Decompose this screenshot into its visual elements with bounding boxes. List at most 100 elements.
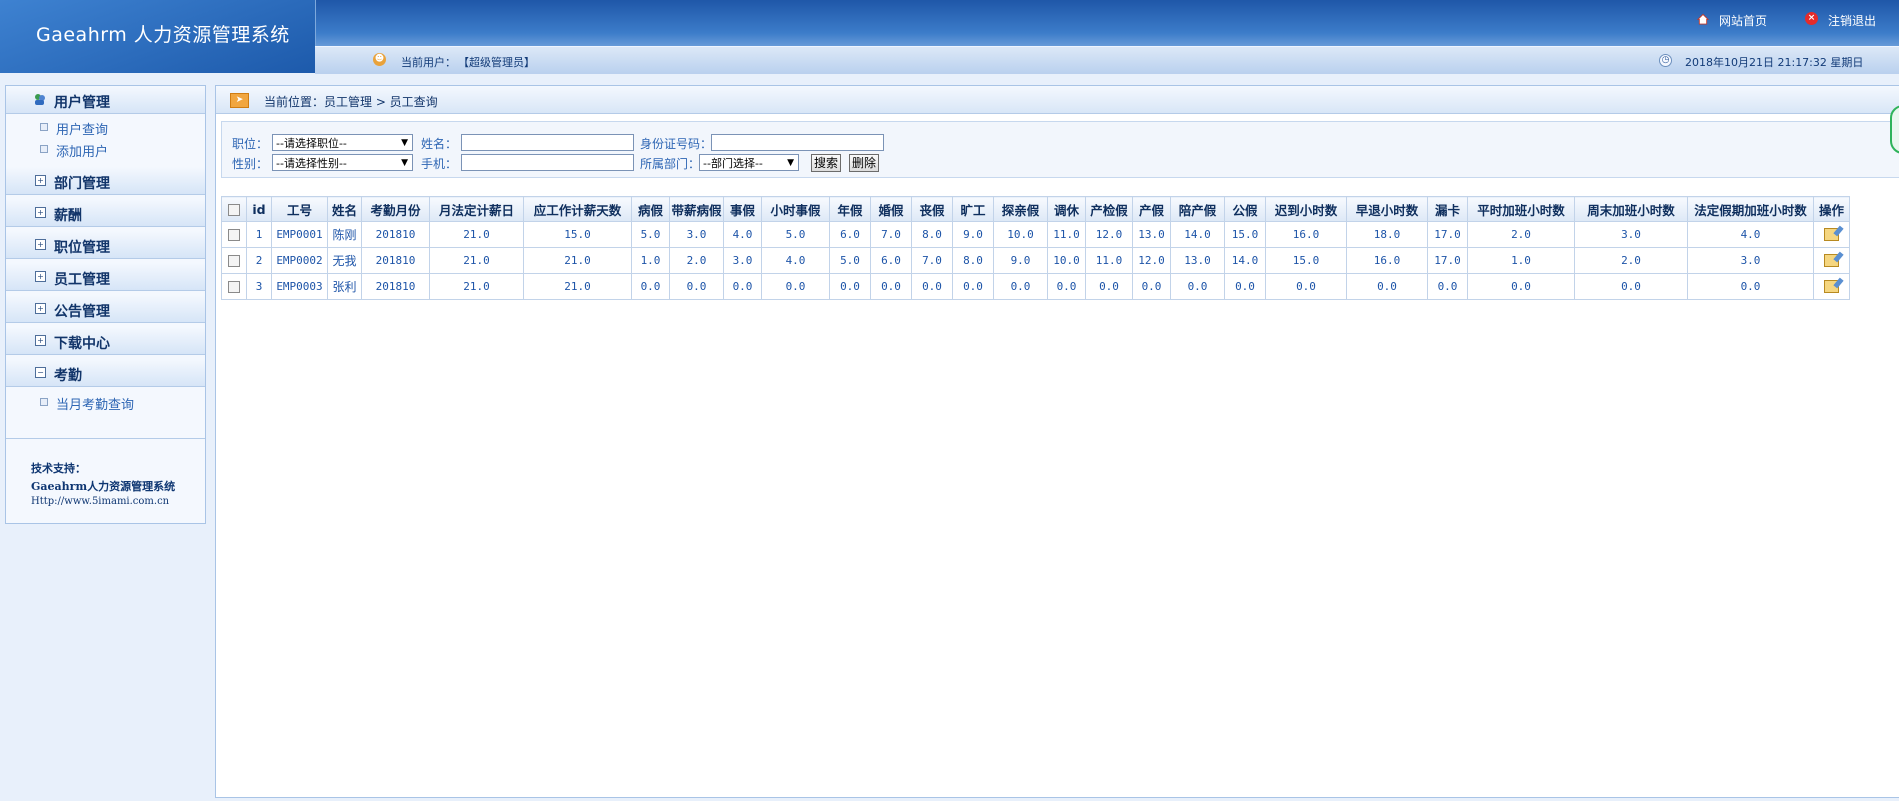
column-header: id [246,196,272,222]
table-cell: 8.0 [911,221,953,248]
expand-icon: + [35,175,46,186]
column-header: 婚假 [870,196,912,222]
table-cell: 6.0 [829,221,871,248]
phone-input[interactable] [461,154,634,171]
table-cell: 21.0 [429,221,524,248]
sidebar-item-monthly-attendance[interactable]: 当月考勤查询 [56,394,134,413]
table-cell: 0.0 [911,273,953,300]
tech-support-name: Gaeahrm人力资源管理系统 [31,480,176,493]
table-cell: EMP0003 [271,273,328,300]
table-cell: 0.0 [952,273,994,300]
gender-select[interactable]: --请选择性别-- ▼ [272,154,413,171]
current-user-label: 当前用户： [401,56,456,69]
edit-icon[interactable] [1824,228,1839,242]
menu-group-salary[interactable]: + 薪酬 [6,199,205,227]
expand-icon: + [35,271,46,282]
current-user-name: 【超级管理员】 [458,56,535,69]
expand-icon: + [35,239,46,250]
menu-group-label: 下载中心 [54,336,110,352]
tech-support: 技术支持： Gaeahrm人力资源管理系统 [31,460,175,496]
table-cell: 0.0 [829,273,871,300]
search-button[interactable]: 搜索 [811,154,841,172]
table-cell: 21.0 [523,273,632,300]
table-cell: 0.0 [669,273,724,300]
sidebar-item-user-query[interactable]: 用户查询 [56,119,108,138]
delete-button[interactable]: 删除 [849,154,879,172]
table-cell[interactable]: 张利 [327,273,362,300]
column-header: 产假 [1132,196,1171,222]
row-checkbox[interactable] [228,229,240,241]
current-datetime: 2018年10月21日 21:17:32 星期日 [1685,56,1864,69]
row-select-cell[interactable] [221,221,247,248]
select-all-header[interactable] [221,196,247,222]
sidebar-menu: 用户管理 用户查询 添加用户 + 部门管理 + 薪酬 + 职位管理 + 员工管理… [5,85,206,524]
table-cell[interactable]: 无我 [327,247,362,274]
menu-group-positions[interactable]: + 职位管理 [6,231,205,259]
table-cell: 14.0 [1170,221,1225,248]
table-cell: 1.0 [1467,247,1575,274]
table-cell: 15.0 [1224,221,1266,248]
logo-area: Gaeahrm 人力资源管理系统 [0,0,316,73]
row-checkbox[interactable] [228,255,240,267]
department-select-value: --部门选择-- [703,157,763,170]
logout-icon[interactable]: × [1805,12,1818,25]
column-header: 考勤月份 [361,196,430,222]
main-content: ➤ 当前位置：员工管理 > 员工查询 职位： --请选择职位-- ▼ 姓名： 身… [215,85,1899,798]
table-cell: 0.0 [631,273,670,300]
edit-icon[interactable] [1824,280,1839,294]
menu-group-label: 员工管理 [54,272,110,288]
select-all-checkbox[interactable] [228,204,240,216]
floating-widget[interactable] [1890,105,1899,154]
users-icon [35,94,45,105]
position-select-value: --请选择职位-- [276,137,347,150]
bullet-icon [40,398,48,406]
home-icon[interactable] [1697,13,1709,25]
logout-link[interactable]: 注销退出 [1828,12,1876,29]
table-body: 1 EMP0001 陈刚 201810 21.0 15.0 5.0 3.0 4.0 5.0 6.0 7… [221,221,1850,300]
table-cell: 9.0 [952,221,994,248]
table-cell: 15.0 [523,221,632,248]
name-input[interactable] [461,134,634,151]
table-cell: 4.0 [761,247,830,274]
menu-group-label: 公告管理 [54,304,110,320]
menu-group-users[interactable]: 用户管理 [6,86,205,114]
column-header: 漏卡 [1427,196,1468,222]
user-icon: ☻ [373,53,386,66]
row-actions-cell [1813,247,1850,274]
table-cell[interactable]: 陈刚 [327,221,362,248]
menu-group-notices[interactable]: + 公告管理 [6,295,205,323]
menu-group-attendance[interactable]: − 考勤 [6,359,205,387]
app-title: Gaeahrm 人力资源管理系统 [36,24,290,46]
menu-group-employees[interactable]: + 员工管理 [6,263,205,291]
table-cell: 6.0 [870,247,912,274]
home-link[interactable]: 网站首页 [1719,12,1767,29]
sidebar-item-add-user[interactable]: 添加用户 [56,141,108,160]
table-cell: 18.0 [1346,221,1428,248]
menu-group-label: 薪酬 [54,208,82,224]
id-number-input[interactable] [711,134,884,151]
table-cell: 7.0 [870,221,912,248]
menu-group-label: 用户管理 [54,95,110,111]
edit-icon[interactable] [1824,254,1839,268]
table-cell: 3.0 [669,221,724,248]
tech-support-url[interactable]: Http://www.5imami.com.cn [31,496,169,507]
row-select-cell[interactable] [221,247,247,274]
table-cell: 0.0 [1467,273,1575,300]
table-cell: 5.0 [631,221,670,248]
menu-group-departments[interactable]: + 部门管理 [6,167,205,195]
table-cell: 0.0 [870,273,912,300]
table-cell: EMP0001 [271,221,328,248]
table-cell: 0.0 [1427,273,1468,300]
position-select[interactable]: --请选择职位-- ▼ [272,134,413,151]
table-cell: 10.0 [1047,247,1086,274]
menu-group-downloads[interactable]: + 下载中心 [6,327,205,355]
table-cell: 8.0 [952,247,994,274]
dropdown-arrow-icon: ▼ [401,138,408,148]
column-header: 探亲假 [993,196,1048,222]
row-checkbox[interactable] [228,281,240,293]
row-select-cell[interactable] [221,273,247,300]
collapse-icon: − [35,367,46,378]
department-select[interactable]: --部门选择-- ▼ [699,154,799,171]
table-cell: 0.0 [1085,273,1133,300]
bullet-icon [40,123,48,131]
